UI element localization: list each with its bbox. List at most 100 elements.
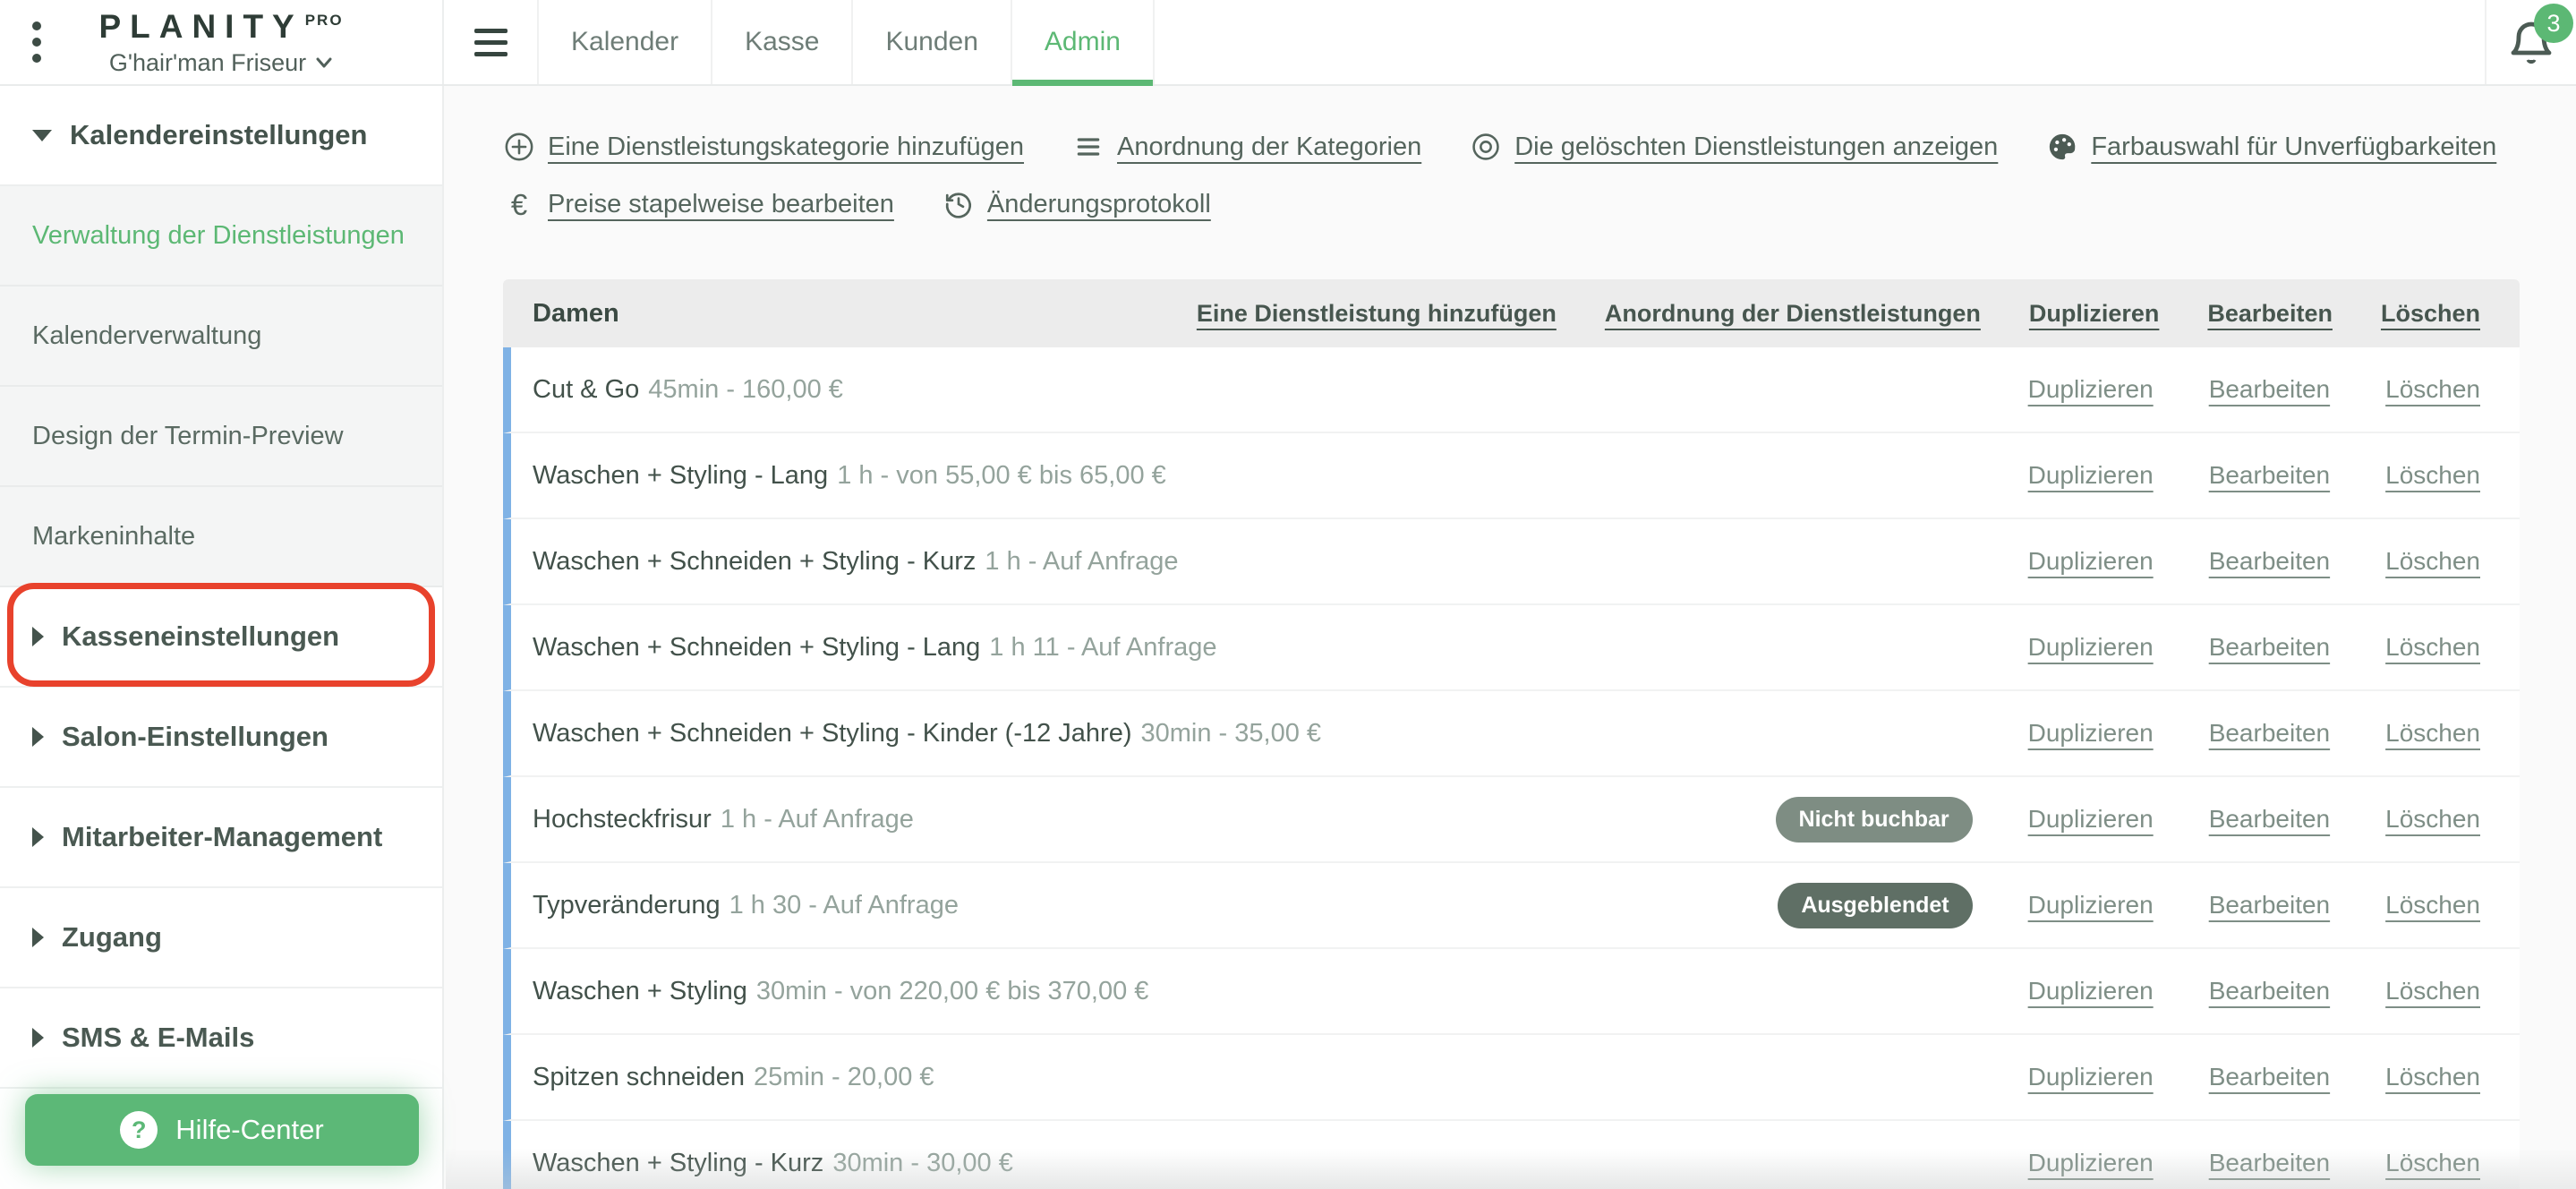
duplicate-link[interactable]: Duplizieren	[2028, 805, 2154, 834]
tab-kasse[interactable]: Kasse	[711, 0, 851, 84]
show-deleted-services-link[interactable]: Die gelöschten Dienstleistungen anzeigen	[1470, 131, 1998, 163]
sidebar-item-design-der-termin-preview[interactable]: Design der Termin-Preview	[0, 387, 442, 487]
category-order-link[interactable]: Anordnung der Kategorien	[1072, 131, 1421, 163]
table-row: Waschen + Schneiden + Styling - Lang 1 h …	[503, 605, 2520, 691]
tab-kalender[interactable]: Kalender	[537, 0, 711, 84]
delete-link[interactable]: Löschen	[2385, 719, 2480, 748]
duplicate-link[interactable]: Duplizieren	[2028, 1149, 2154, 1177]
tab-kunden[interactable]: Kunden	[851, 0, 1010, 84]
duplicate-link[interactable]: Duplizieren	[2028, 375, 2154, 404]
service-details: 1 h 11 - Auf Anfrage	[989, 632, 1217, 662]
euro-icon: €	[510, 187, 528, 221]
delete-link[interactable]: Löschen	[2385, 1063, 2480, 1091]
duplicate-link[interactable]: Duplizieren	[2028, 547, 2154, 576]
delete-link[interactable]: Löschen	[2385, 891, 2480, 920]
sidebar-subgroup: Verwaltung der Dienstleistungen Kalender…	[0, 184, 442, 587]
duplicate-link[interactable]: Duplizieren	[2028, 891, 2154, 920]
triangle-right-icon	[32, 827, 44, 847]
delete-link[interactable]: Löschen	[2385, 633, 2480, 662]
edit-link[interactable]: Bearbeiten	[2209, 1149, 2330, 1177]
edit-link[interactable]: Bearbeiten	[2209, 633, 2330, 662]
top-bar: PLANITY PRO G'hair'man Friseur Kalender K…	[0, 0, 2576, 86]
edit-link[interactable]: Bearbeiten	[2209, 805, 2330, 834]
delete-link[interactable]: Löschen	[2385, 547, 2480, 576]
edit-link[interactable]: Bearbeiten	[2209, 891, 2330, 920]
table-row: Waschen + Schneiden + Styling - Kinder (…	[503, 691, 2520, 777]
delete-link[interactable]: Löschen	[2385, 805, 2480, 834]
triangle-down-icon	[32, 129, 52, 141]
edit-link[interactable]: Bearbeiten	[2209, 1063, 2330, 1091]
service-details: 1 h 30 - Auf Anfrage	[729, 890, 959, 920]
hamburger-menu-button[interactable]	[444, 0, 537, 84]
sidebar-item-zugang[interactable]: Zugang	[0, 888, 442, 988]
duplicate-link[interactable]: Duplizieren	[2028, 977, 2154, 1005]
notification-area: 3	[2485, 0, 2576, 84]
edit-link[interactable]: Bearbeiten	[2209, 547, 2330, 576]
sidebar-item-kalenderverwaltung[interactable]: Kalenderverwaltung	[0, 287, 442, 387]
tab-admin[interactable]: Admin	[1010, 0, 1155, 86]
delete-link[interactable]: Löschen	[2385, 977, 2480, 1005]
notification-bell-button[interactable]: 3	[2507, 4, 2573, 68]
status-badge-not-bookable: Nicht buchbar	[1775, 796, 1973, 843]
hamburger-icon	[473, 28, 508, 56]
sidebar-group-label: Kalendereinstellungen	[70, 119, 368, 150]
sidebar-item-salon-einstellungen[interactable]: Salon-Einstellungen	[0, 688, 442, 788]
bulk-edit-prices-link[interactable]: € Preise stapelweise bearbeiten	[503, 188, 894, 220]
delete-link[interactable]: Löschen	[2385, 461, 2480, 490]
delete-link[interactable]: Löschen	[2385, 375, 2480, 404]
salon-switcher[interactable]: G'hair'man Friseur	[98, 49, 343, 77]
add-service-link[interactable]: Eine Dienstleistung hinzufügen	[1197, 300, 1557, 328]
service-name: Waschen + Styling - Lang	[533, 460, 829, 490]
edit-link[interactable]: Bearbeiten	[2209, 719, 2330, 748]
triangle-right-icon	[32, 928, 44, 947]
service-name: Waschen + Schneiden + Styling - Kurz	[533, 546, 977, 576]
edit-column-link[interactable]: Bearbeiten	[2207, 300, 2333, 328]
service-name: Hochsteckfrisur	[533, 804, 712, 834]
brand-pro-label: PRO	[304, 12, 344, 30]
table-row: Waschen + Styling - Lang 1 h - von 55,00 …	[503, 433, 2520, 519]
table-row: Waschen + Styling - Kurz 30min - 30,00 € …	[503, 1121, 2520, 1189]
sidebar-item-verwaltung-der-dienstleistungen[interactable]: Verwaltung der Dienstleistungen	[0, 186, 442, 287]
add-service-category-link[interactable]: Eine Dienstleistungskategorie hinzufügen	[503, 131, 1024, 163]
edit-link[interactable]: Bearbeiten	[2209, 375, 2330, 404]
unavailability-color-link[interactable]: Farbauswahl für Unverfügbarkeiten	[2046, 131, 2496, 163]
triangle-right-icon	[32, 727, 44, 747]
delete-link[interactable]: Löschen	[2385, 1149, 2480, 1177]
change-log-link[interactable]: Änderungsprotokoll	[943, 188, 1211, 220]
triangle-right-icon	[32, 1028, 44, 1048]
service-name: Waschen + Styling	[533, 976, 747, 1005]
list-icon	[1072, 131, 1105, 163]
service-details: 30min - von 220,00 € bis 370,00 €	[755, 976, 1149, 1005]
help-center-button[interactable]: ? Hilfe-Center	[25, 1094, 419, 1166]
edit-link[interactable]: Bearbeiten	[2209, 461, 2330, 490]
salon-name: G'hair'man Friseur	[108, 48, 307, 76]
duplicate-link[interactable]: Duplizieren	[2028, 719, 2154, 748]
service-details: 1 h - Auf Anfrage	[720, 804, 914, 834]
kebab-menu-icon[interactable]	[32, 21, 41, 63]
duplicate-column-link[interactable]: Duplizieren	[2029, 300, 2160, 328]
service-details: 1 h - Auf Anfrage	[985, 546, 1179, 576]
sidebar-item-sms-emails[interactable]: SMS & E-Mails	[0, 988, 442, 1089]
toolbar-row-2: € Preise stapelweise bearbeiten Änderung…	[503, 175, 2576, 233]
table-row: Spitzen schneiden 25min - 20,00 € Duplizi…	[503, 1035, 2520, 1121]
service-order-link[interactable]: Anordnung der Dienstleistungen	[1605, 300, 1981, 328]
duplicate-link[interactable]: Duplizieren	[2028, 1063, 2154, 1091]
delete-column-link[interactable]: Löschen	[2381, 300, 2480, 328]
table-row: Cut & Go 45min - 160,00 € Duplizieren Bea…	[503, 347, 2520, 433]
duplicate-link[interactable]: Duplizieren	[2028, 461, 2154, 490]
sidebar-item-mitarbeiter-management[interactable]: Mitarbeiter-Management	[0, 788, 442, 888]
chevron-down-icon	[315, 56, 333, 69]
service-name: Waschen + Schneiden + Styling - Lang	[533, 632, 981, 662]
category-title: Damen	[533, 298, 619, 328]
sidebar-item-markeninhalte[interactable]: Markeninhalte	[0, 487, 442, 587]
sidebar-group-kalendereinstellungen[interactable]: Kalendereinstellungen	[0, 86, 442, 184]
service-name: Typveränderung	[533, 890, 721, 920]
table-row: Hochsteckfrisur 1 h - Auf Anfrage Nicht b…	[503, 777, 2520, 863]
admin-sidebar: Kalendereinstellungen Verwaltung der Die…	[0, 86, 444, 1189]
table-row: Waschen + Styling 30min - von 220,00 € bi…	[503, 949, 2520, 1035]
sidebar-item-kasseneinstellungen[interactable]: Kasseneinstellungen	[0, 587, 442, 688]
duplicate-link[interactable]: Duplizieren	[2028, 633, 2154, 662]
edit-link[interactable]: Bearbeiten	[2209, 977, 2330, 1005]
logo: PLANITY PRO G'hair'man Friseur	[98, 8, 343, 77]
main-nav: Kalender Kasse Kunden Admin	[537, 0, 1155, 86]
